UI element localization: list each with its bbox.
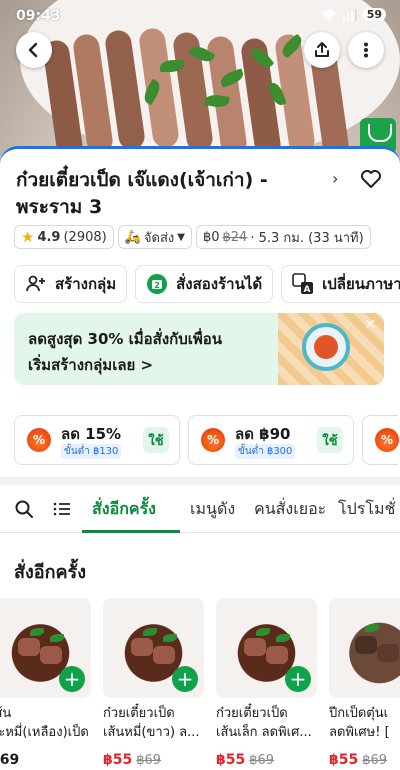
battery-indicator: 59	[362, 8, 386, 21]
more-vertical-icon	[364, 42, 368, 58]
reorder-items: + เส้น บะหมี่(เหลือง)เป็ด ฿69 +	[0, 598, 400, 768]
svg-text:2: 2	[154, 281, 160, 290]
coupon-label: ลด 15%	[61, 425, 122, 443]
arrow-left-icon	[28, 42, 38, 58]
distance-time: · 5.3 กม. (33 นาที)	[250, 230, 364, 246]
menu-tab-bar: สั่งอีกครั้ง เมนูดัง คนสั่งเยอะ โปรโมชั่	[0, 485, 400, 533]
menu-item-card[interactable]: + ก๋วยเตี๋ยวเป็ด เส้นเล็ก ลดพิเศ... ฿55 ฿…	[216, 598, 317, 768]
group-promo-banner[interactable]: ลดสูงสุด 30% เมื่อสั่งกับเพื่อน เริ่มสร้…	[14, 313, 384, 385]
two-store-label: สั่งสองร้านได้	[176, 275, 263, 293]
signal-icon	[342, 8, 357, 21]
coupon-card-partial[interactable]: %	[362, 415, 399, 465]
delivery-fee-old: ฿24	[222, 229, 248, 245]
share-button[interactable]	[304, 32, 340, 68]
add-to-cart-button[interactable]: +	[285, 666, 311, 692]
add-to-cart-button[interactable]: +	[59, 666, 85, 692]
coupon-minimum: ขั้นต่ำ ฿130	[61, 444, 122, 459]
tab-most-ordered[interactable]: คนสั่งเยอะ	[254, 497, 326, 522]
rating-value: 4.9	[37, 229, 61, 245]
menu-item-price: ฿55 ฿69	[103, 752, 162, 768]
promo-line-1: ลดสูงสุด 30% เมื่อสั่งกับเพื่อน	[28, 330, 223, 348]
star-icon: ★	[21, 228, 35, 246]
menu-item-name: ก๋วยเตี๋ยวเป็ด เส้นเล็ก ลดพิเศ...	[216, 706, 312, 740]
menu-item-price: ฿55 ฿69	[216, 752, 275, 768]
scooter-icon: 🛵	[124, 229, 141, 245]
restaurant-screen: 09:43 59 ก๋วยเตี๋ยวเป็ด เจ๊แดง(เจ้าเก่า)…	[0, 0, 400, 770]
restaurant-info-card: ก๋วยเตี๋ยวเป็ด เจ๊แดง(เจ้าเก่า) - พระราม…	[0, 146, 400, 770]
menu-item-price: ฿55 ฿69	[329, 752, 388, 768]
restaurant-name[interactable]: ก๋วยเตี๋ยวเป็ด เจ๊แดง(เจ้าเก่า) - พระราม…	[16, 167, 326, 221]
two-store-order-button[interactable]: 2 สั่งสองร้านได้	[135, 265, 274, 303]
change-language-label: เปลี่ยนภาษา	[322, 275, 400, 293]
rating-chip[interactable]: ★ 4.9 (2908)	[14, 225, 114, 249]
use-coupon-button[interactable]: ใช้	[317, 427, 343, 453]
use-coupon-button[interactable]: ใช้	[143, 427, 169, 453]
menu-item-card[interactable]: + เส้น บะหมี่(เหลือง)เป็ด ฿69	[0, 598, 91, 768]
coupon-card[interactable]: % ลด ฿90 ขั้นต่ำ ฿300 ใช้	[188, 415, 354, 465]
add-group-icon	[26, 275, 45, 292]
discount-icon: %	[27, 428, 51, 452]
create-group-button[interactable]: สร้างกลุ่ม	[14, 265, 128, 303]
delivery-fee-now: ฿0	[202, 229, 220, 245]
create-group-label: สร้างกลุ่ม	[55, 275, 117, 293]
discount-icon: %	[201, 428, 225, 452]
svg-text:A: A	[304, 285, 311, 295]
heart-icon	[361, 170, 381, 188]
review-count: (2908)	[63, 229, 107, 245]
caret-down-icon: ▼	[177, 231, 185, 243]
menu-item-card[interactable]: + ก๋วยเตี๋ยวเป็ด เส้นหมี่(ขาว) ล... ฿55 ฿…	[103, 598, 204, 768]
delivery-mode-chip[interactable]: 🛵 จัดส่ง ▼	[117, 225, 192, 249]
change-language-button[interactable]: A เปลี่ยนภาษา	[281, 265, 400, 303]
tab-popular-menu[interactable]: เมนูดัง	[190, 497, 235, 522]
favorite-button[interactable]	[360, 169, 382, 193]
menu-item-image: +	[103, 598, 204, 698]
menu-item-price: ฿69	[0, 752, 20, 768]
two-store-icon: 2	[147, 274, 168, 294]
promo-line-2: เริ่มสร้างกลุ่มเลย >	[28, 356, 154, 374]
menu-search-button[interactable]	[14, 499, 34, 523]
menu-item-name: ปีกเป็ดตุ๋นเ ลดพิเศษ! [	[329, 706, 390, 740]
delivery-fee-chip[interactable]: ฿0 ฿24 · 5.3 กม. (33 นาที)	[195, 225, 371, 249]
section-title: สั่งอีกครั้ง	[14, 562, 86, 583]
chevron-right-icon[interactable]: ›	[332, 169, 338, 188]
add-to-cart-button[interactable]: +	[172, 666, 198, 692]
translate-icon: A	[292, 273, 314, 295]
list-icon	[53, 502, 70, 516]
tab-reorder[interactable]: สั่งอีกครั้ง	[92, 497, 156, 522]
back-button[interactable]	[16, 32, 52, 68]
coupon-minimum: ขั้นต่ำ ฿300	[235, 444, 296, 459]
menu-item-name: ก๋วยเตี๋ยวเป็ด เส้นหมี่(ขาว) ล...	[103, 706, 200, 740]
tab-promotions[interactable]: โปรโมชั่	[338, 497, 395, 522]
discount-icon: %	[375, 428, 399, 452]
section-divider	[0, 477, 400, 485]
wifi-icon	[321, 9, 336, 20]
coupon-label: ลด ฿90	[235, 425, 291, 443]
menu-item-image	[329, 598, 400, 698]
share-icon	[315, 42, 329, 57]
active-tab-indicator	[82, 530, 180, 533]
close-icon[interactable]: ✕	[364, 317, 376, 333]
search-icon	[15, 500, 33, 518]
coupon-card[interactable]: % ลด 15% ขั้นต่ำ ฿130 ใช้	[14, 415, 180, 465]
menu-item-image: +	[0, 598, 91, 698]
menu-item-name: เส้น บะหมี่(เหลือง)เป็ด	[0, 706, 89, 740]
category-list-button[interactable]	[52, 499, 72, 523]
status-bar: 09:43 59	[0, 0, 400, 32]
coupon-row: % ลด 15% ขั้นต่ำ ฿130 ใช้ % ลด ฿90 ขั้นต…	[14, 415, 399, 465]
menu-item-image: +	[216, 598, 317, 698]
more-options-button[interactable]	[348, 32, 384, 68]
delivery-mode-label: จัดส่ง	[143, 230, 175, 246]
info-chips: ★ 4.9 (2908) 🛵 จัดส่ง ▼ ฿0 ฿24 · 5.3 กม.…	[14, 225, 371, 249]
status-time: 09:43	[16, 8, 61, 24]
menu-item-card[interactable]: ปีกเป็ดตุ๋นเ ลดพิเศษ! [ ฿55 ฿69	[329, 598, 400, 768]
action-buttons: สร้างกลุ่ม 2 สั่งสองร้านได้ A เปลี่ยนภาษ…	[14, 265, 400, 303]
